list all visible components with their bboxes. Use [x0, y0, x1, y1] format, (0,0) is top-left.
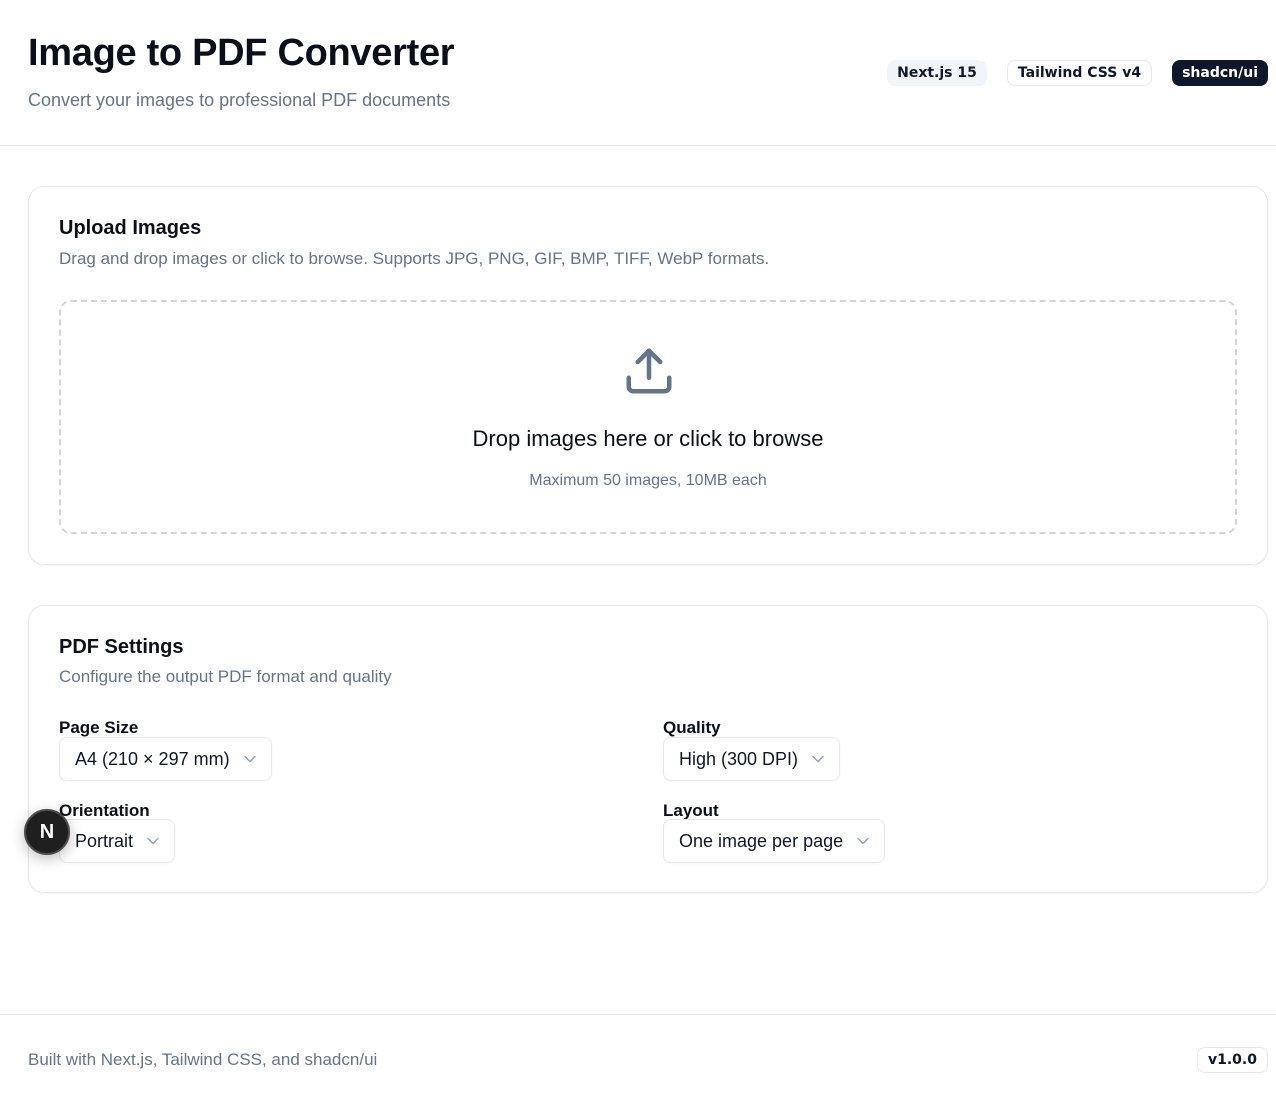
orientation-select[interactable]: Portrait [59, 819, 176, 863]
page-footer: Built with Next.js, Tailwind CSS, and sh… [0, 1014, 1276, 1103]
page-header: Image to PDF Converter Convert your imag… [0, 0, 1276, 146]
dropzone-title: Drop images here or click to browse [472, 426, 824, 451]
chevron-down-icon [147, 837, 159, 845]
nextjs-dev-indicator[interactable]: N [24, 809, 70, 855]
chevron-down-icon [243, 755, 256, 763]
app-page: Image to PDF Converter Convert your imag… [0, 0, 1276, 1103]
upload-card-title: Upload Images [59, 217, 202, 239]
version-badge: v1.0.0 [1197, 1047, 1268, 1073]
chevron-down-icon [812, 755, 824, 763]
page-size-label: Page Size [59, 718, 139, 737]
settings-card-title: PDF Settings [59, 636, 184, 658]
dropzone-hint: Maximum 50 images, 10MB each [529, 472, 767, 489]
orientation-label: Orientation [59, 801, 150, 820]
page-size-select[interactable]: A4 (210 × 297 mm) [59, 737, 272, 781]
badge-nextjs: Next.js 15 [887, 60, 987, 86]
layout-select[interactable]: One image per page [663, 819, 886, 863]
pdf-settings-card: PDF Settings Configure the output PDF fo… [28, 605, 1268, 893]
layout-label: Layout [663, 801, 719, 820]
footer-credits: Built with Next.js, Tailwind CSS, and sh… [28, 1050, 378, 1069]
orientation-value: Portrait [75, 830, 134, 851]
upload-card-description: Drag and drop images or click to browse.… [59, 249, 770, 268]
quality-value: High (300 DPI) [679, 748, 799, 769]
upload-card: Upload Images Drag and drop images or cl… [28, 186, 1268, 565]
chevron-down-icon [857, 837, 869, 845]
upload-icon [626, 348, 672, 394]
quality-select[interactable]: High (300 DPI) [663, 737, 841, 781]
badge-tailwind: Tailwind CSS v4 [1006, 60, 1153, 86]
badge-shadcn: shadcn/ui [1172, 60, 1268, 86]
image-dropzone[interactable]: Drop images here or click to browse Maxi… [59, 300, 1237, 534]
page-subtitle: Convert your images to professional PDF … [28, 90, 451, 110]
layout-value: One image per page [679, 830, 844, 851]
tech-badges: Next.js 15 Tailwind CSS v4 shadcn/ui [887, 60, 1268, 86]
page-title: Image to PDF Converter [28, 32, 455, 74]
page-size-value: A4 (210 × 297 mm) [75, 748, 230, 769]
quality-label: Quality [663, 718, 721, 737]
settings-card-description: Configure the output PDF format and qual… [59, 667, 392, 686]
